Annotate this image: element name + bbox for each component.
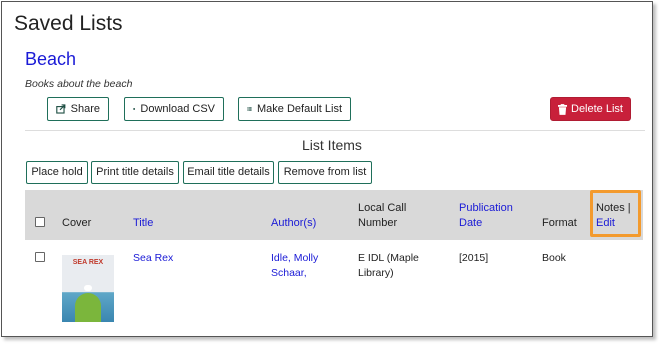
print-title-details-button[interactable]: Print title details bbox=[91, 161, 179, 184]
header-call-number-line2: Number bbox=[358, 217, 398, 229]
header-author-sort[interactable]: Author(s) bbox=[271, 216, 316, 231]
header-pubdate-line1[interactable]: Publication bbox=[459, 201, 513, 216]
make-default-list-button[interactable]: Make Default List bbox=[238, 97, 351, 121]
item-author-link-2[interactable]: Schaar, bbox=[271, 266, 307, 281]
email-title-details-button[interactable]: Email title details bbox=[183, 161, 274, 184]
book-cover-image[interactable]: SEA REX bbox=[62, 255, 114, 322]
row-checkbox[interactable] bbox=[35, 252, 45, 262]
page-title: Saved Lists bbox=[14, 12, 123, 35]
header-format: Format bbox=[542, 217, 577, 229]
item-call-number-line2: Library) bbox=[358, 267, 394, 279]
section-title: List Items bbox=[302, 137, 362, 153]
list-icon bbox=[247, 107, 252, 111]
make-default-list-label: Make Default List bbox=[257, 103, 342, 115]
list-name-link[interactable]: Beach bbox=[25, 49, 76, 70]
header-call-number-line1: Local Call bbox=[358, 202, 407, 214]
download-csv-label: Download CSV bbox=[140, 103, 215, 115]
share-icon bbox=[56, 104, 66, 114]
header-title-sort[interactable]: Title bbox=[133, 216, 153, 231]
notes-edit-highlight bbox=[590, 190, 641, 237]
share-label: Share bbox=[70, 103, 100, 115]
cover-title-text: SEA REX bbox=[72, 259, 104, 266]
trash-icon bbox=[558, 103, 567, 115]
download-icon bbox=[133, 107, 136, 111]
item-title-link[interactable]: Sea Rex bbox=[133, 251, 173, 266]
item-call-number-line1: E IDL (Maple bbox=[358, 252, 419, 264]
header-cover: Cover bbox=[62, 217, 92, 229]
remove-from-list-button[interactable]: Remove from list bbox=[278, 161, 372, 184]
select-all-checkbox[interactable] bbox=[35, 217, 45, 227]
divider bbox=[25, 130, 645, 131]
table-header bbox=[25, 190, 643, 240]
delete-list-label: Delete List bbox=[571, 103, 623, 115]
place-hold-button[interactable]: Place hold bbox=[26, 161, 88, 184]
item-format: Book bbox=[542, 252, 566, 264]
header-pubdate-line2[interactable]: Date bbox=[459, 216, 482, 231]
saved-lists-panel: Saved Lists Beach Books about the beach … bbox=[1, 1, 653, 337]
item-pub-date: [2015] bbox=[459, 252, 489, 264]
delete-list-button[interactable]: Delete List bbox=[550, 97, 631, 121]
download-csv-button[interactable]: Download CSV bbox=[124, 97, 224, 121]
list-description: Books about the beach bbox=[25, 78, 133, 90]
share-button[interactable]: Share bbox=[47, 97, 109, 121]
item-author-link-1[interactable]: Idle, Molly bbox=[271, 251, 318, 266]
